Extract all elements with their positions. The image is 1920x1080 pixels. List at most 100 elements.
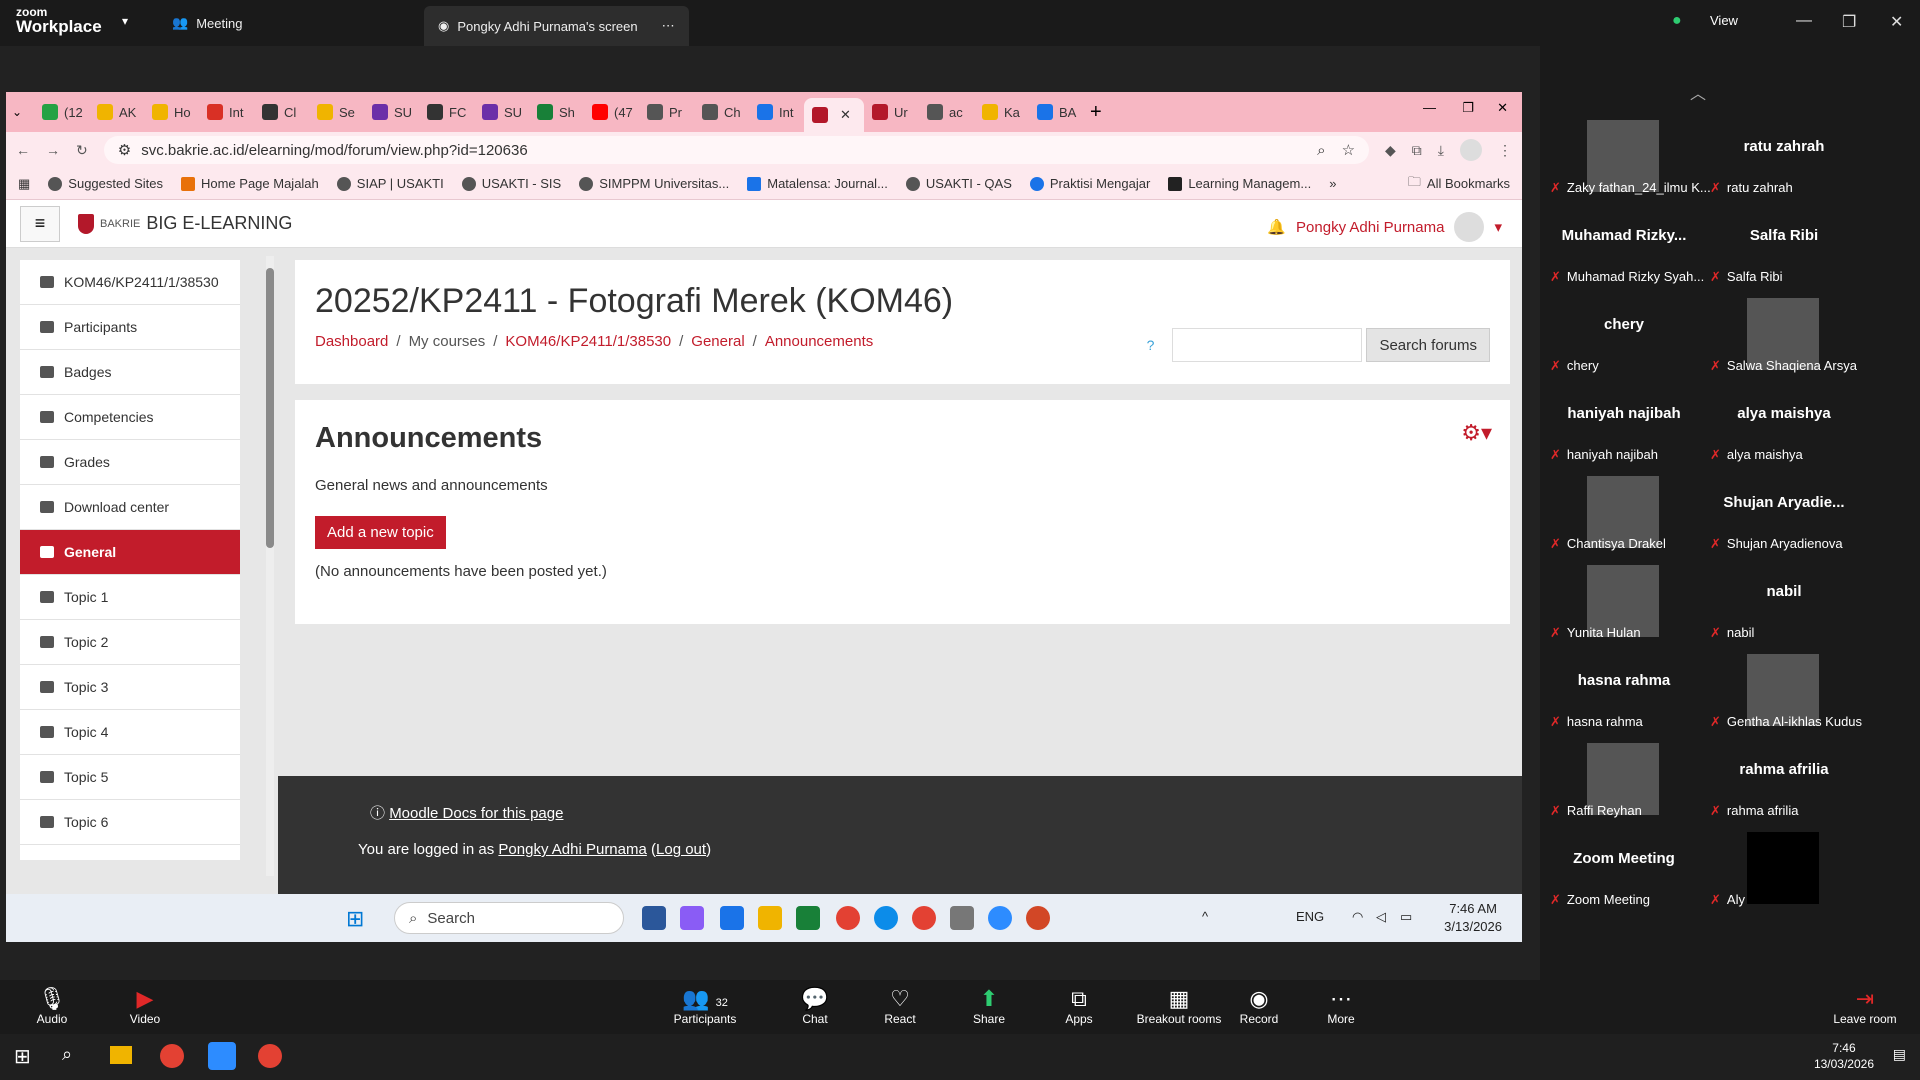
minimize-icon[interactable]: — xyxy=(1796,12,1812,30)
word-icon[interactable] xyxy=(642,906,666,930)
nav-download-center[interactable]: Download center xyxy=(20,485,240,530)
bookmark-item[interactable]: SIMPPM Universitas... xyxy=(579,176,729,191)
browser-tab[interactable]: BA xyxy=(1029,97,1084,127)
footer-user-link[interactable]: Pongky Adhi Purnama xyxy=(498,841,646,858)
teams-icon[interactable] xyxy=(720,906,744,930)
chevron-down-icon[interactable]: ▾ xyxy=(122,14,128,28)
tab-close-icon[interactable]: ✕ xyxy=(840,107,851,123)
nav-badges[interactable]: Badges xyxy=(20,350,240,395)
extensions-puzzle-icon[interactable]: ⧉ xyxy=(1412,142,1422,159)
video-button[interactable]: ▶ Video xyxy=(100,986,190,1026)
nav-grades[interactable]: Grades xyxy=(20,440,240,485)
browser-tab[interactable]: SU xyxy=(364,97,419,127)
profile-avatar[interactable] xyxy=(1460,139,1482,161)
browser-tab[interactable]: FC xyxy=(419,97,474,127)
leave-room-button[interactable]: ⇥ Leave room xyxy=(1820,986,1910,1026)
participant-tile[interactable]: alya maishya ✗ alya maishya xyxy=(1704,387,1864,475)
participant-tile[interactable]: ✗ Salwa Shaqiena Arsya xyxy=(1704,298,1864,386)
logout-link[interactable]: Log out xyxy=(656,841,706,858)
edge-icon[interactable] xyxy=(874,906,898,930)
close-icon[interactable]: ✕ xyxy=(1497,100,1508,116)
nav-topic[interactable]: Topic 3 xyxy=(20,665,240,710)
chat-button[interactable]: 💬 Chat xyxy=(770,986,860,1026)
chrome-icon[interactable] xyxy=(160,1044,184,1068)
bookmark-item[interactable]: Praktisi Mengajar xyxy=(1029,176,1150,191)
os-clock[interactable]: 7:46 13/03/2026 xyxy=(1814,1040,1874,1072)
add-new-topic-button[interactable]: Add a new topic xyxy=(315,516,446,549)
react-button[interactable]: ♡ React xyxy=(855,986,945,1026)
browser-tab[interactable]: Ka xyxy=(974,97,1029,127)
breadcrumb-general[interactable]: General xyxy=(691,333,744,350)
bookmark-item[interactable]: Matalensa: Journal... xyxy=(747,176,888,191)
scroll-up-icon[interactable]: ︿ xyxy=(1690,80,1706,104)
participant-tile[interactable]: Muhamad Rizky... ✗ Muhamad Rizky Syah... xyxy=(1544,209,1704,297)
browser-tab[interactable]: Ho xyxy=(144,97,199,127)
browser-tab[interactable]: (47 xyxy=(584,97,639,127)
chrome-icon[interactable] xyxy=(836,906,860,930)
all-bookmarks[interactable]: 🗀 All Bookmarks xyxy=(1408,173,1510,195)
participants-button[interactable]: 👥 32 Participants xyxy=(660,986,750,1026)
close-icon[interactable]: ✕ xyxy=(1890,12,1903,32)
participant-tile[interactable]: Shujan Aryadie... ✗ Shujan Aryadienova xyxy=(1704,476,1864,564)
restore-icon[interactable]: ❐ xyxy=(1462,100,1474,116)
zoom-app-icon[interactable] xyxy=(988,906,1012,930)
wifi-icon[interactable]: ◠ xyxy=(1352,909,1363,925)
bookmark-item[interactable]: USAKTI - QAS xyxy=(905,176,1012,191)
download-icon[interactable]: ⤓ xyxy=(1438,142,1444,159)
bookmark-item[interactable]: USAKTI - SIS xyxy=(461,176,561,191)
participant-tile[interactable]: ✗ Chantisya Drakel xyxy=(1544,476,1704,564)
browser-tab[interactable]: Pr xyxy=(639,97,694,127)
restore-icon[interactable]: ❐ xyxy=(1842,12,1856,32)
browser-tab[interactable]: AK xyxy=(89,97,144,127)
site-logo[interactable]: BAKRIE BIG E-LEARNING xyxy=(78,213,292,234)
apps-grid-icon[interactable]: ▦ xyxy=(18,176,30,192)
shared-clock[interactable]: 7:46 AM 3/13/2026 xyxy=(1444,900,1502,936)
minimize-icon[interactable]: — xyxy=(1423,100,1436,115)
volume-icon[interactable]: ◁ xyxy=(1376,909,1386,925)
hamburger-menu-button[interactable]: ≡ xyxy=(20,205,60,242)
participant-tile[interactable]: haniyah najibah ✗ haniyah najibah xyxy=(1544,387,1704,475)
participant-tile[interactable]: chery ✗ chery xyxy=(1544,298,1704,386)
new-tab-icon[interactable]: + xyxy=(1090,101,1102,124)
chevron-up-icon[interactable]: ^ xyxy=(1202,909,1208,924)
excel-icon[interactable] xyxy=(796,906,820,930)
powerpoint-icon[interactable] xyxy=(1026,906,1050,930)
participant-tile[interactable]: rahma afrilia ✗ rahma afrilia xyxy=(1704,743,1864,831)
participant-tile[interactable]: nabil ✗ nabil xyxy=(1704,565,1864,653)
chrome-active-icon[interactable] xyxy=(912,906,936,930)
audio-button[interactable]: 🎙 Audio xyxy=(7,986,97,1026)
more-options-icon[interactable]: ⋯ xyxy=(662,18,675,34)
participant-tile[interactable]: ratu zahrah ✗ ratu zahrah xyxy=(1704,120,1864,208)
browser-tab[interactable]: Se xyxy=(309,97,364,127)
participant-tile[interactable]: hasna rahma ✗ hasna rahma xyxy=(1544,654,1704,742)
breadcrumb-course[interactable]: KOM46/KP2411/1/38530 xyxy=(505,333,671,350)
tab-list-icon[interactable]: ⌄ xyxy=(12,105,34,119)
browser-tab[interactable]: Ur xyxy=(864,97,919,127)
nav-topic[interactable]: Topic 5 xyxy=(20,755,240,800)
share-button[interactable]: ⬆ Share xyxy=(944,986,1034,1026)
browser-tab[interactable]: Cl xyxy=(254,97,309,127)
nav-competencies[interactable]: Competencies xyxy=(20,395,240,440)
bookmark-item[interactable]: Learning Managem... xyxy=(1168,176,1311,191)
moodle-docs-link[interactable]: Moodle Docs for this page xyxy=(389,805,563,822)
more-button[interactable]: ⋯ More xyxy=(1296,986,1386,1026)
windows-start-icon[interactable]: ⊞ xyxy=(14,1044,31,1069)
settings-icon[interactable] xyxy=(950,906,974,930)
nav-participants[interactable]: Participants xyxy=(20,305,240,350)
help-icon[interactable]: ? xyxy=(1147,337,1155,353)
notification-icon[interactable]: ▤ xyxy=(1893,1046,1906,1063)
browser-menu-icon[interactable]: ⋮ xyxy=(1498,142,1512,159)
copilot-icon[interactable] xyxy=(680,906,704,930)
view-button[interactable]: View xyxy=(1710,13,1738,28)
site-info-icon[interactable]: ⚙ xyxy=(118,141,131,159)
taskbar-search[interactable]: ⌕ Search xyxy=(394,902,624,934)
notification-bell-icon[interactable]: 🔔 xyxy=(1267,218,1286,236)
gear-icon[interactable]: ⚙▾ xyxy=(1461,420,1492,446)
extension-icon[interactable]: ◆ xyxy=(1385,142,1396,159)
bookmark-item[interactable]: Suggested Sites xyxy=(48,176,163,191)
participant-tile[interactable]: ✗ Zaky fathan_24_ilmu K... xyxy=(1544,120,1710,208)
browser-tab[interactable]: Sh xyxy=(529,97,584,127)
record-button[interactable]: ◉ Record xyxy=(1214,986,1304,1026)
browser-tab-active[interactable]: ✕ xyxy=(804,98,864,132)
search-icon[interactable]: ⌕ xyxy=(62,1044,72,1065)
